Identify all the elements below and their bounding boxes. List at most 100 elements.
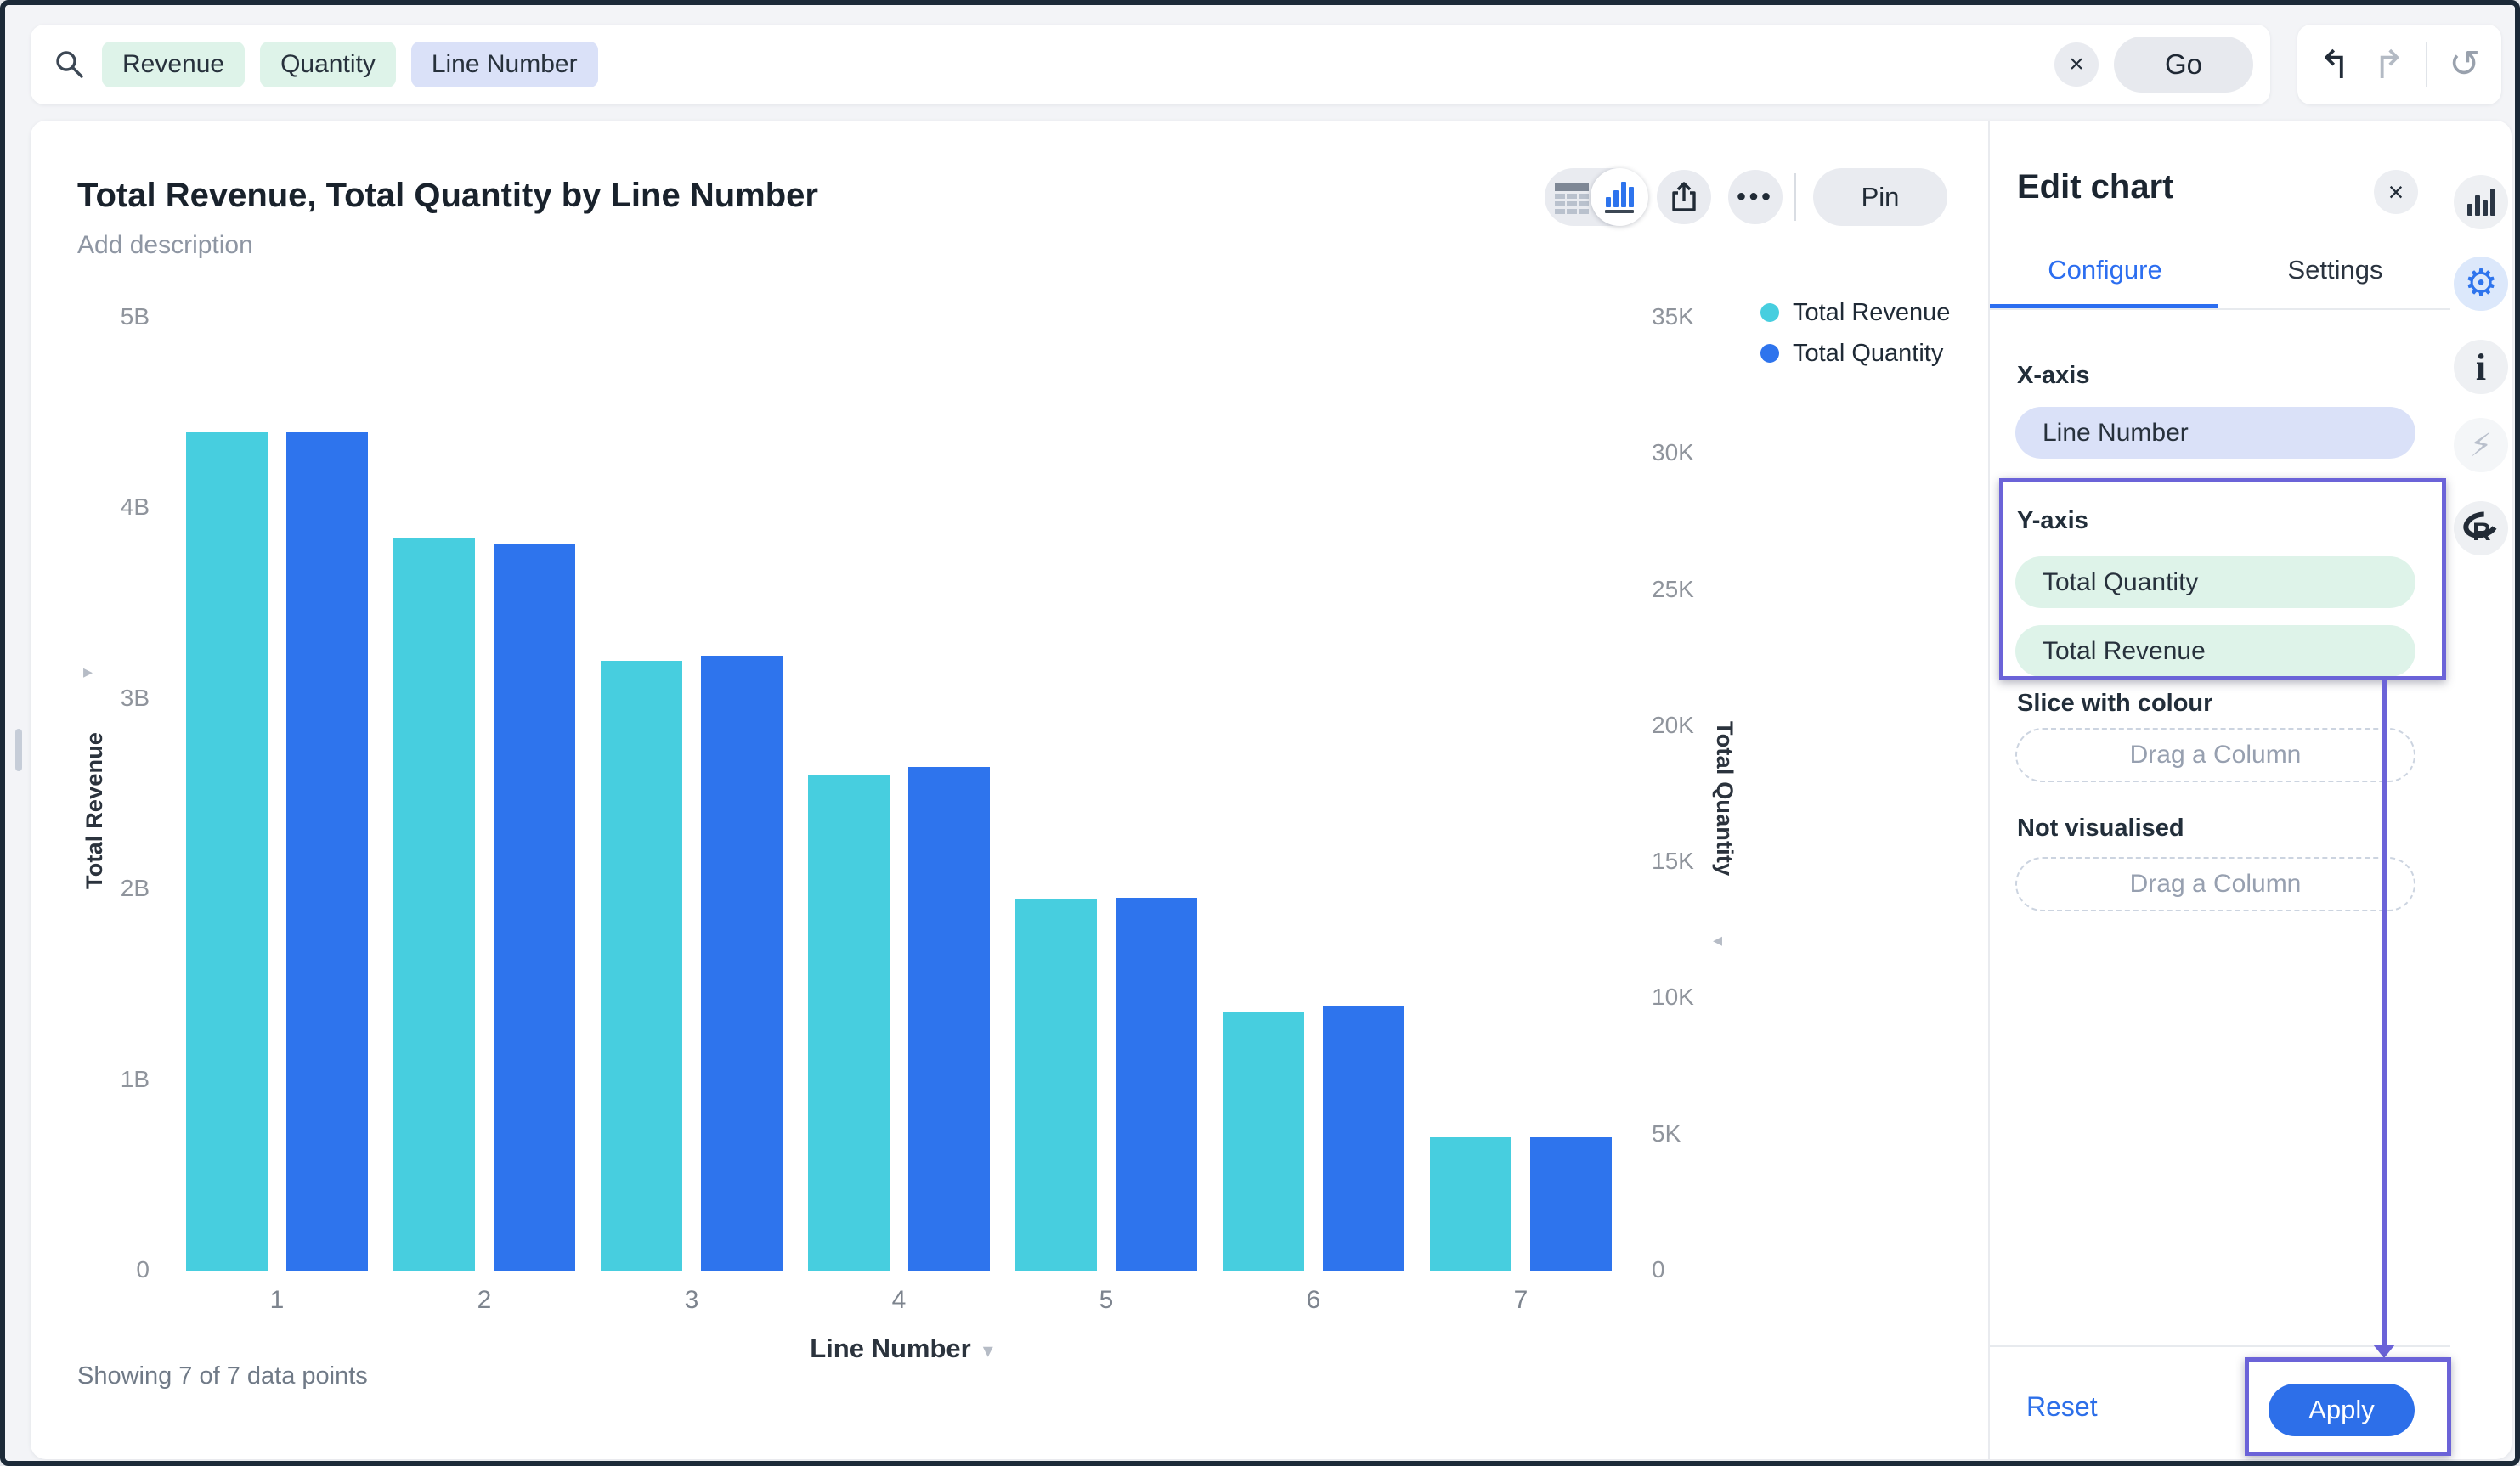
bar-total-revenue-1[interactable]: [186, 432, 268, 1271]
bar-total-quantity-2[interactable]: [494, 544, 575, 1271]
close-icon[interactable]: ×: [2374, 170, 2418, 214]
app-window: Revenue Quantity Line Number × Go ↰ ↱ ↺ …: [0, 0, 2520, 1466]
xaxis-category-label: 6: [1306, 1286, 1321, 1314]
undo-icon[interactable]: ↰: [2319, 45, 2352, 84]
yaxis-right-tick: 10K: [1652, 984, 1694, 1011]
legend-dot-cyan: [1760, 303, 1779, 322]
yaxis-right-tick: 0: [1652, 1256, 1665, 1283]
bar-total-revenue-3[interactable]: [601, 661, 682, 1271]
refresh-icon[interactable]: ↺: [2449, 46, 2480, 83]
data-points-note: Showing 7 of 7 data points: [77, 1362, 368, 1390]
legend-label: Total Quantity: [1793, 339, 1944, 367]
clear-search-button[interactable]: ×: [2054, 42, 2099, 87]
tabs-divider: [1990, 308, 2450, 310]
history-actions: ↰ ↱ ↺: [2297, 25, 2501, 104]
legend-dot-blue: [1760, 344, 1779, 363]
redo-icon[interactable]: ↱: [2372, 45, 2405, 84]
chip-line-number[interactable]: Line Number: [2015, 407, 2415, 459]
viz-title[interactable]: Total Revenue, Total Quantity by Line Nu…: [77, 177, 818, 215]
yaxis-left-sort-arrow-icon: ▸: [83, 661, 93, 682]
apply-button[interactable]: Apply: [2269, 1384, 2415, 1436]
yaxis-left-tick: 0: [136, 1256, 150, 1283]
divider: [1794, 173, 1796, 221]
chevron-down-icon[interactable]: ▾: [983, 1339, 993, 1362]
tab-configure[interactable]: Configure: [1990, 255, 2220, 285]
display-mode-toggle: [1545, 168, 1648, 226]
bar-total-quantity-3[interactable]: [701, 656, 783, 1271]
bar-total-revenue-5[interactable]: [1015, 899, 1097, 1271]
xaxis-category-label: 5: [1099, 1286, 1114, 1314]
yaxis-right-tick: 25K: [1652, 575, 1694, 602]
chart-card: Total Revenue, Total Quantity by Line Nu…: [31, 121, 1988, 1459]
search-token-revenue[interactable]: Revenue: [102, 42, 246, 87]
yaxis-right-tick: 35K: [1652, 303, 1694, 330]
bar-total-quantity-4[interactable]: [908, 767, 990, 1271]
r-analysis-button[interactable]: R: [2454, 501, 2508, 555]
xaxis-section-label: X-axis: [2017, 362, 2090, 389]
xaxis-category-label: 1: [269, 1286, 285, 1314]
tab-settings[interactable]: Settings: [2220, 255, 2450, 285]
search-token-line-number[interactable]: Line Number: [410, 42, 598, 87]
bar-total-quantity-1[interactable]: [286, 432, 368, 1271]
edit-chart-panel: Edit chart × Configure Settings X-axis L…: [1988, 121, 2450, 1459]
bar-total-revenue-7[interactable]: [1430, 1137, 1511, 1271]
yaxis-right-title[interactable]: Total Quantity: [1711, 671, 1737, 926]
bar-total-revenue-2[interactable]: [393, 538, 475, 1271]
xaxis-category-label: 3: [684, 1286, 699, 1314]
search-token-quantity[interactable]: Quantity: [260, 42, 396, 87]
bar-total-revenue-4[interactable]: [808, 775, 890, 1271]
legend-label: Total Revenue: [1793, 298, 1951, 326]
yaxis-left-tick: 1B: [120, 1065, 150, 1092]
chart-view-icon-selected[interactable]: [1591, 168, 1648, 226]
xaxis-category-label: 7: [1513, 1286, 1528, 1314]
gear-icon: ⚙: [2464, 262, 2498, 304]
info-icon: i: [2475, 346, 2487, 388]
reset-button[interactable]: Reset: [2026, 1391, 2098, 1423]
bar-chart-icon: [1605, 181, 1634, 207]
add-description-link[interactable]: Add description: [77, 231, 253, 260]
bar-total-quantity-7[interactable]: [1530, 1137, 1612, 1271]
slice-dropzone[interactable]: Drag a Column: [2015, 728, 2415, 782]
legend-item-total-quantity[interactable]: Total Quantity: [1760, 333, 1950, 374]
main-card: Total Revenue, Total Quantity by Line Nu…: [31, 121, 2512, 1459]
notvisualised-dropzone[interactable]: Drag a Column: [2015, 857, 2415, 911]
legend-item-total-revenue[interactable]: Total Revenue: [1760, 292, 1950, 333]
chart-type-button[interactable]: [2454, 175, 2508, 229]
insights-button[interactable]: ⚡: [2454, 418, 2508, 472]
xaxis-category-label: 2: [477, 1286, 492, 1314]
divider: [2426, 42, 2428, 87]
more-options-button[interactable]: •••: [1728, 170, 1783, 224]
plot-area: 5B 4B 3B 2B 1B 0 35K 30K 25K 20K 15K 10K 5K 0 1 2 3 4 5 6 7: [121, 303, 1694, 1314]
chart-settings-button[interactable]: ⚙: [2454, 257, 2508, 311]
go-button[interactable]: Go: [2114, 37, 2253, 93]
legend: Total Revenue Total Quantity: [1760, 292, 1950, 374]
bar-total-revenue-6[interactable]: [1223, 1012, 1304, 1271]
r-logo-icon: R: [2463, 511, 2499, 545]
table-view-icon[interactable]: [1553, 182, 1591, 214]
yaxis-left-tick: 4B: [120, 493, 150, 521]
chip-total-revenue[interactable]: Total Revenue: [2015, 625, 2415, 677]
left-resize-handle[interactable]: [15, 729, 22, 771]
info-button[interactable]: i: [2454, 340, 2508, 394]
share-button[interactable]: [1657, 170, 1711, 224]
xaxis-title[interactable]: Line Number: [810, 1333, 970, 1363]
footer-divider: [1990, 1345, 2450, 1347]
yaxis-right-sort-arrow-icon: ◂: [1713, 929, 1723, 950]
search-bar[interactable]: Revenue Quantity Line Number × Go: [31, 25, 2270, 104]
panel-title: Edit chart: [2017, 168, 2174, 206]
chip-total-quantity[interactable]: Total Quantity: [2015, 556, 2415, 608]
notvisualised-section-label: Not visualised: [2017, 815, 2184, 842]
xaxis-category-label: 4: [891, 1286, 907, 1314]
lightning-bolt-icon: ⚡: [2469, 427, 2493, 464]
pin-button[interactable]: Pin: [1813, 168, 1947, 226]
yaxis-left-title[interactable]: Total Revenue: [82, 691, 108, 929]
yaxis-right-tick: 5K: [1652, 1119, 1681, 1147]
bar-total-quantity-6[interactable]: [1323, 1006, 1404, 1271]
bar-total-quantity-5[interactable]: [1116, 898, 1197, 1271]
svg-text:R: R: [2472, 518, 2491, 545]
yaxis-section-label: Y-axis: [2017, 507, 2088, 534]
yaxis-left-tick: 5B: [120, 303, 150, 330]
xaxis-title-wrap: Line Number ▾: [31, 1333, 1772, 1364]
slice-section-label: Slice with colour: [2017, 690, 2213, 717]
yaxis-right-tick: 30K: [1652, 439, 1694, 466]
